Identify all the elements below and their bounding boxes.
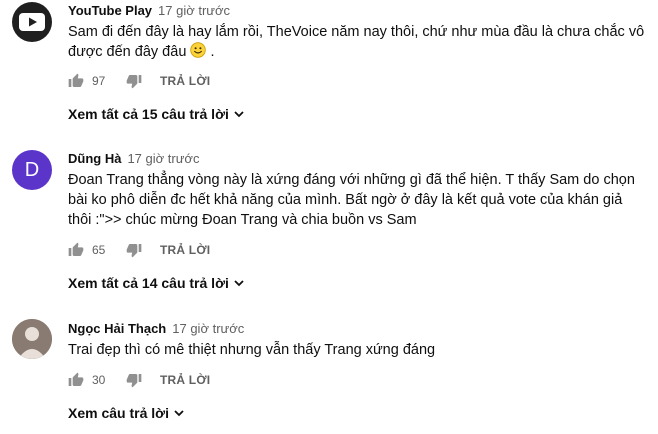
- thumbs-down-icon[interactable]: [126, 372, 142, 388]
- like-count: 97: [92, 74, 106, 88]
- chevron-down-icon: [234, 111, 244, 118]
- thumbs-up-icon[interactable]: [68, 73, 84, 89]
- timestamp[interactable]: 17 giờ trước: [127, 151, 199, 166]
- author-name[interactable]: Ngọc Hải Thạch: [68, 321, 166, 336]
- like-count: 30: [92, 373, 106, 387]
- reply-button[interactable]: TRẢ LỜI: [160, 373, 210, 387]
- author-name[interactable]: YouTube Play: [68, 3, 152, 18]
- view-replies-button[interactable]: Xem tất cả 14 câu trả lời: [68, 275, 245, 291]
- chevron-down-icon: [234, 280, 244, 287]
- default-user-avatar-icon: [12, 319, 52, 359]
- comment-text: Trai đẹp thì có mê thiệt nhưng vẫn thấy …: [68, 342, 436, 358]
- view-replies-label: Xem tất cả 14 câu trả lời: [68, 275, 229, 291]
- thumbs-up-icon[interactable]: [68, 242, 84, 258]
- comment-header: Ngọc Hải Thạch 17 giờ trước: [68, 321, 244, 336]
- youtube-logo-icon: [19, 13, 45, 31]
- comment-actions: 97 TRẢ LỜI: [68, 71, 210, 91]
- comment-actions: 65 TRẢ LỜI: [68, 240, 210, 260]
- thumbs-up-icon[interactable]: [68, 372, 84, 388]
- thumbs-down-icon[interactable]: [126, 242, 142, 258]
- timestamp[interactable]: 17 giờ trước: [172, 321, 244, 336]
- avatar[interactable]: D: [12, 150, 52, 190]
- comment-body: Sam đi đến đây là hay lắm rồi, TheVoice …: [68, 24, 645, 60]
- avatar[interactable]: [12, 2, 52, 42]
- author-name[interactable]: Dũng Hà: [68, 151, 121, 166]
- avatar-letter: D: [24, 158, 40, 181]
- chevron-down-icon: [174, 410, 184, 417]
- view-replies-label: Xem câu trả lời: [68, 405, 169, 421]
- timestamp[interactable]: 17 giờ trước: [158, 3, 230, 18]
- smiley-emoji-icon: [190, 42, 207, 58]
- view-replies-button[interactable]: Xem câu trả lời: [68, 405, 185, 421]
- comment-header: Dũng Hà 17 giờ trước: [68, 151, 199, 166]
- comment-text: Đoan Trang thẳng vòng này là xứng đáng v…: [68, 172, 635, 228]
- reply-button[interactable]: TRẢ LỜI: [160, 243, 210, 257]
- avatar[interactable]: [12, 319, 52, 359]
- comment-header: YouTube Play 17 giờ trước: [68, 3, 230, 18]
- comment-actions: 30 TRẢ LỜI: [68, 370, 210, 390]
- comment-text: Sam đi đến đây là hay lắm rồi, TheVoice …: [68, 22, 648, 62]
- view-replies-label: Xem tất cả 15 câu trả lời: [68, 106, 229, 122]
- thumbs-down-icon[interactable]: [126, 73, 142, 89]
- view-replies-button[interactable]: Xem tất cả 15 câu trả lời: [68, 106, 245, 122]
- like-count: 65: [92, 243, 106, 257]
- comment-body-suffix: .: [210, 44, 215, 60]
- reply-button[interactable]: TRẢ LỜI: [160, 74, 210, 88]
